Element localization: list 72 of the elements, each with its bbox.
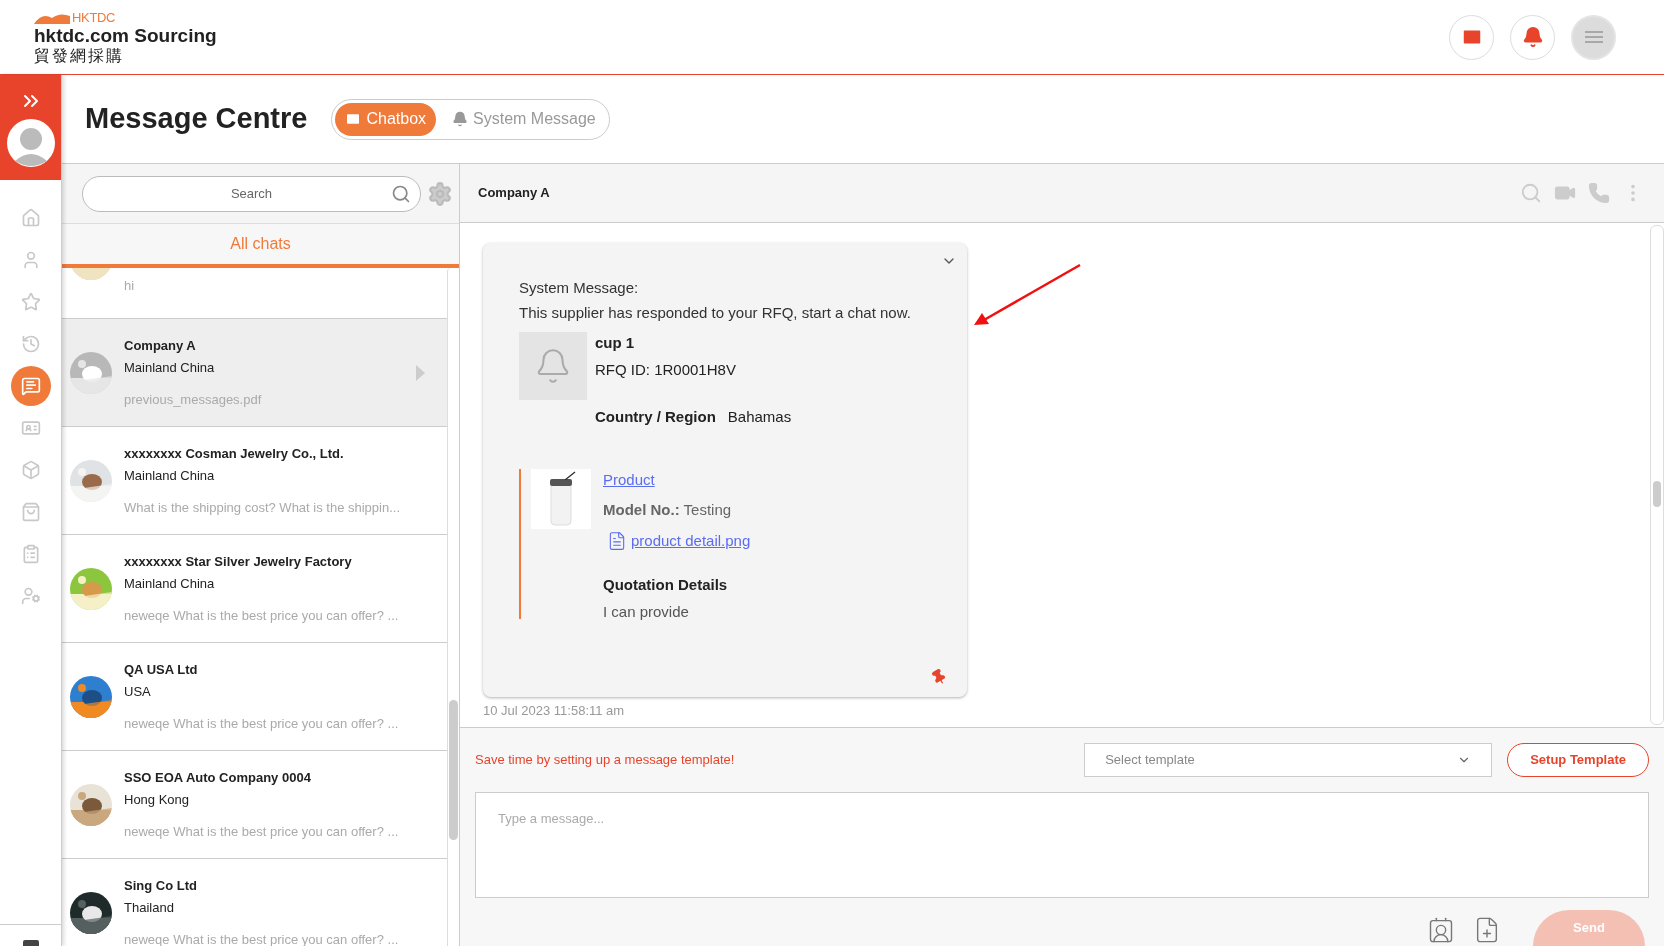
message-heading: System Message: bbox=[519, 278, 640, 298]
bell-icon bbox=[452, 111, 469, 127]
country-value: Bahamas bbox=[727, 407, 792, 427]
message-preview: What is the shipping cost? What is the shippin... bbox=[124, 498, 402, 517]
chat-location: Mainland China bbox=[124, 467, 216, 486]
chat-row[interactable]: Company A Mainland China previous_messages.pdf bbox=[62, 319, 447, 427]
logo-mark: HKTDC bbox=[72, 10, 116, 24]
search-icon[interactable] bbox=[1520, 182, 1542, 204]
country-label: Country / Region bbox=[595, 407, 716, 427]
conversation-title: Company A bbox=[478, 184, 551, 203]
file-icon bbox=[607, 530, 627, 551]
chat-location: Thailand bbox=[124, 899, 175, 918]
settings-button[interactable] bbox=[427, 180, 453, 207]
page-title: Message Centre bbox=[85, 101, 308, 137]
template-hint: Save time by setting up a message template! bbox=[475, 751, 736, 770]
history-icon bbox=[20, 334, 41, 354]
card-icon bbox=[20, 418, 41, 438]
bell-thumbnail bbox=[519, 332, 587, 400]
brand-name-chinese: 貿發網採購 bbox=[34, 47, 125, 64]
message-preview: previous_messages.pdf bbox=[124, 390, 263, 409]
setup-template-button[interactable]: Setup Template bbox=[1507, 743, 1649, 777]
rfq-title: cup 1 bbox=[595, 333, 636, 353]
chat-name: QA USA Ltd bbox=[124, 660, 199, 679]
message-text: This supplier has responded to your RFQ, start a chat now. bbox=[519, 302, 912, 323]
message-preview: neweqe What is the best price you can offer? ... bbox=[124, 822, 400, 841]
panel-icon[interactable] bbox=[22, 940, 39, 946]
message-preview: neweqe What is the best price you can offer? ... bbox=[124, 930, 400, 946]
tab[interactable]: Chatbox bbox=[335, 102, 437, 136]
attachment-link[interactable]: product detail.png bbox=[631, 529, 751, 552]
sidebar-item[interactable] bbox=[10, 366, 51, 406]
message-preview: neweqe What is the best price you can offer? ... bbox=[124, 606, 400, 625]
message-preview: hi bbox=[124, 277, 135, 295]
message-preview: neweqe What is the best price you can offer? ... bbox=[124, 714, 400, 733]
search-field[interactable]: Search bbox=[82, 175, 421, 212]
scrollbar[interactable] bbox=[1650, 225, 1664, 725]
chat-name: xxxxxxxx Cosman Jewelry Co., Ltd. bbox=[124, 444, 345, 463]
chat-name: SSO EOA Auto Company 0004 bbox=[124, 768, 312, 787]
caret-icon bbox=[416, 364, 425, 381]
notification-button[interactable] bbox=[1510, 14, 1555, 60]
mail-button[interactable] bbox=[1449, 14, 1494, 60]
rfq-id: RFQ ID: 1R0001H8V bbox=[595, 359, 737, 380]
chat-name: Company A bbox=[124, 336, 197, 355]
model-number: Model No.: Testing bbox=[603, 500, 733, 520]
product-link[interactable]: Product bbox=[603, 468, 751, 491]
quotation-text: I can provide bbox=[603, 601, 690, 622]
chat-location: Mainland China bbox=[124, 575, 216, 594]
brand-name: hktdc.com Sourcing bbox=[34, 25, 217, 45]
filter-tab[interactable]: All chats bbox=[62, 223, 459, 268]
logo-icon bbox=[34, 11, 70, 24]
cube-icon bbox=[20, 460, 41, 480]
avatar-icon bbox=[6, 119, 55, 167]
chat-icon bbox=[20, 376, 41, 396]
menu-icon bbox=[1584, 31, 1603, 43]
star-icon bbox=[20, 292, 41, 312]
message-input[interactable]: Type a message... bbox=[475, 792, 1649, 898]
bag-icon bbox=[20, 502, 41, 522]
search-icon[interactable] bbox=[391, 183, 411, 204]
chat-location: USA bbox=[124, 683, 152, 702]
card-icon[interactable] bbox=[1427, 916, 1455, 944]
user-gear-icon bbox=[20, 586, 41, 606]
chat-location: Hong Kong bbox=[124, 791, 191, 810]
phone-icon[interactable] bbox=[1588, 182, 1610, 204]
message-timestamp: 10 Jul 2023 11:58:11 am bbox=[483, 702, 626, 720]
quotation-label: Quotation Details bbox=[603, 575, 729, 595]
bell-icon bbox=[1521, 26, 1544, 48]
template-select[interactable]: Select template bbox=[1084, 743, 1493, 777]
chat-name: xxxxxxxx Star Silver Jewelry Factory bbox=[124, 552, 353, 571]
menu-button[interactable] bbox=[1571, 14, 1616, 60]
home-icon bbox=[20, 208, 41, 228]
chat-name: Sing Co Ltd bbox=[124, 876, 198, 895]
tab[interactable]: System Message bbox=[442, 102, 606, 136]
chat-location: Mainland China bbox=[124, 359, 216, 378]
